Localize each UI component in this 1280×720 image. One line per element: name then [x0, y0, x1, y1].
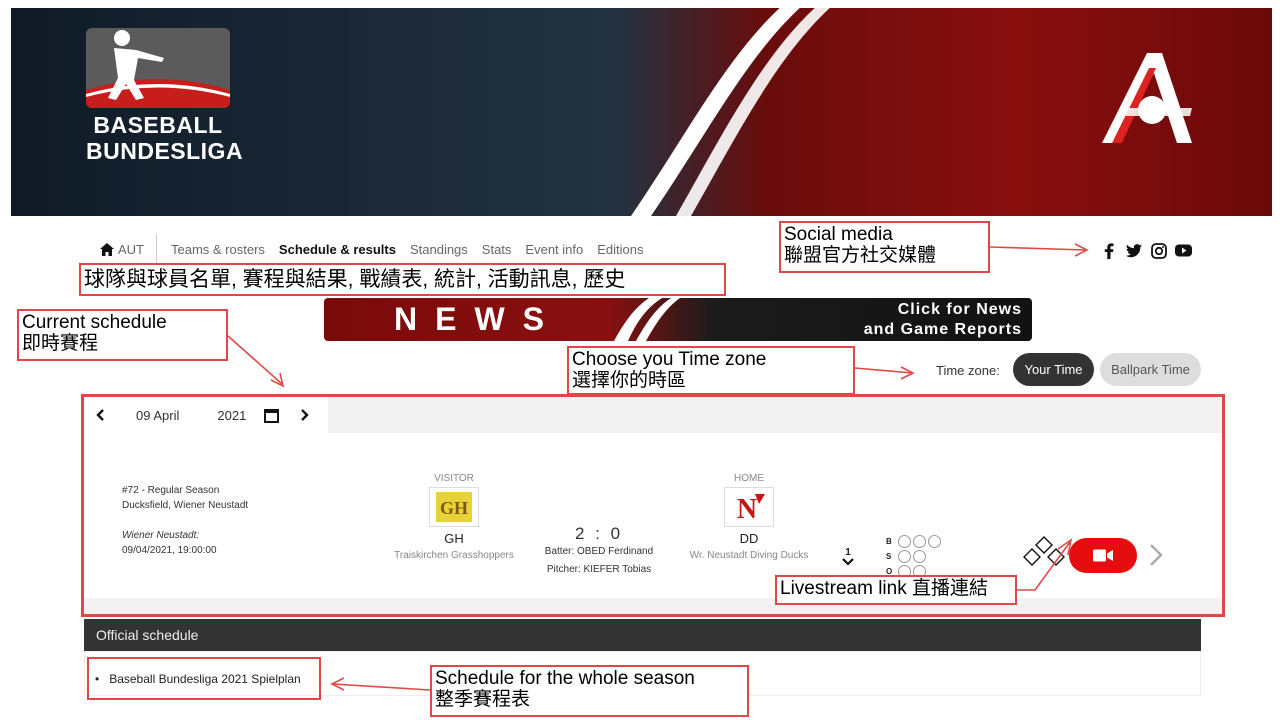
nav-home-label: AUT	[118, 241, 144, 257]
date-selector: 09 April 2021	[84, 397, 328, 433]
prev-date-icon[interactable]	[96, 409, 106, 421]
home-team[interactable]: HOME N DD Wr. Neustadt Diving Ducks	[674, 473, 824, 561]
annotation-tz-cn: 選擇你的時區	[572, 370, 687, 391]
nav-event-info[interactable]: Event info	[525, 242, 583, 257]
date-year[interactable]: 2021	[217, 408, 246, 423]
logo-line1: BASEBALL	[93, 112, 223, 138]
diving-ducks-logo-icon: N	[724, 487, 774, 527]
current-schedule-panel: 09 April 2021 #72 - Regular Season Ducks…	[81, 394, 1225, 617]
game-venue: Ducksfield, Wiener Neustadt	[122, 500, 249, 511]
batter: Batter: OBED Ferdinand	[544, 546, 654, 557]
calendar-icon[interactable]	[264, 408, 280, 423]
inning-number: 1	[845, 547, 851, 558]
social-links	[1100, 242, 1192, 259]
annotation-current-en: Current schedule	[22, 312, 167, 333]
visitor-name: Traiskirchen Grasshoppers	[394, 550, 514, 561]
annotation-timezone: Choose you Time zone 選擇你的時區	[567, 346, 855, 395]
visitor-team[interactable]: VISITOR GH GH Traiskirchen Grasshoppers	[384, 473, 524, 561]
twitter-icon[interactable]	[1125, 242, 1142, 259]
bso-b: B	[886, 537, 892, 546]
ballpark-time-button[interactable]: Ballpark Time	[1100, 353, 1201, 386]
news-subtitle: Click for News and Game Reports	[864, 300, 1022, 340]
home-icon	[100, 242, 114, 256]
visitor-role: VISITOR	[434, 473, 474, 484]
annotation-social-cn: 聯盟官方社交媒體	[784, 245, 937, 266]
annotation-season-schedule: Schedule for the whole season 整季賽程表	[430, 665, 749, 717]
score-block: 2 : 0 Batter: OBED Ferdinand Pitcher: KI…	[540, 525, 658, 579]
facebook-icon[interactable]	[1100, 242, 1117, 259]
svg-text:GH: GH	[440, 498, 468, 518]
visitor-abbr: GH	[444, 531, 464, 546]
news-title: NEWS	[394, 301, 562, 337]
pitcher: Pitcher: KIEFER Tobias	[546, 564, 652, 575]
nav-stats[interactable]: Stats	[482, 242, 512, 257]
bullet: •	[95, 671, 100, 686]
logo-line2: BUNDESLIGA	[86, 138, 244, 164]
bundesliga-logo[interactable]: BASEBALL BUNDESLIGA	[86, 28, 244, 164]
inning-indicator: 1	[842, 547, 854, 569]
bso-s: S	[886, 552, 892, 561]
nav-teams-rosters[interactable]: Teams & rosters	[171, 242, 265, 257]
nav-editions[interactable]: Editions	[597, 242, 643, 257]
home-role: HOME	[734, 473, 764, 484]
annotation-season-en: Schedule for the whole season	[435, 668, 695, 689]
youtube-icon[interactable]	[1175, 242, 1192, 259]
annotation-nav-text: 球隊與球員名單, 賽程與結果, 戰績表, 統計, 活動訊息, 歷史	[84, 268, 626, 291]
home-abbr: DD	[739, 531, 759, 546]
header-banner: BASEBALL BUNDESLIGA	[11, 8, 1272, 216]
game-number: #72 - Regular Season	[122, 485, 220, 496]
annotation-social-en: Social media	[784, 224, 893, 245]
date-day[interactable]: 09 April	[136, 408, 179, 423]
annotation-current-schedule: Current schedule 即時賽程	[17, 309, 228, 361]
grasshoppers-logo-icon: GH	[429, 487, 479, 527]
timezone-label: Time zone:	[936, 363, 1000, 378]
video-camera-icon	[1093, 549, 1113, 562]
your-time-button[interactable]: Your Time	[1013, 353, 1094, 386]
batter-silhouette-icon	[86, 28, 230, 108]
official-schedule-header: Official schedule	[84, 619, 1201, 651]
home-name: Wr. Neustadt Diving Ducks	[689, 550, 809, 561]
livestream-button[interactable]	[1069, 538, 1137, 573]
annotation-current-cn: 即時賽程	[22, 333, 99, 354]
bottom-inning-chevron-icon	[842, 558, 854, 566]
season-schedule-link-text[interactable]: Baseball Bundesliga 2021 Spielplan	[109, 672, 300, 686]
annotation-tz-en: Choose you Time zone	[572, 349, 767, 370]
news-banner[interactable]: NEWS Click for News and Game Reports	[324, 298, 1032, 341]
game-local-label: Wiener Neustadt:	[122, 530, 200, 541]
game-row[interactable]: #72 - Regular Season Ducksfield, Wiener …	[84, 433, 1222, 598]
main-nav: AUT Teams & rosters Schedule & results S…	[100, 234, 644, 264]
nav-home[interactable]: AUT	[100, 234, 157, 264]
nav-schedule-results[interactable]: Schedule & results	[279, 242, 396, 257]
news-subtitle-line2: and Game Reports	[863, 321, 1022, 338]
score: 2 : 0	[574, 524, 624, 543]
annotation-nav: 球隊與球員名單, 賽程與結果, 戰績表, 統計, 活動訊息, 歷史	[79, 263, 726, 296]
next-game-chevron-icon[interactable]	[1149, 543, 1163, 572]
annotation-livestream: Livestream link 直播連結	[775, 575, 1017, 605]
annotation-season-cn: 整季賽程表	[435, 689, 531, 710]
annotation-social: Social media 聯盟官方社交媒體	[779, 221, 990, 273]
news-subtitle-line1: Click for News	[897, 301, 1022, 318]
season-schedule-link[interactable]: • Baseball Bundesliga 2021 Spielplan	[87, 657, 321, 700]
bases-diamond-icon	[1023, 536, 1065, 566]
annotation-live-cn: 直播連結	[912, 578, 989, 599]
next-date-icon[interactable]	[299, 409, 309, 421]
ball-strike-out-counter: B S O	[886, 534, 941, 579]
nav-standings[interactable]: Standings	[410, 242, 468, 257]
game-local-time: 09/04/2021, 19:00:00	[122, 545, 217, 556]
annotation-live-en: Livestream link	[780, 578, 907, 599]
svg-text:N: N	[737, 494, 757, 524]
game-meta: #72 - Regular Season Ducksfield, Wiener …	[122, 483, 248, 558]
instagram-icon[interactable]	[1150, 242, 1167, 259]
austria-a-logo-icon	[1102, 53, 1192, 143]
